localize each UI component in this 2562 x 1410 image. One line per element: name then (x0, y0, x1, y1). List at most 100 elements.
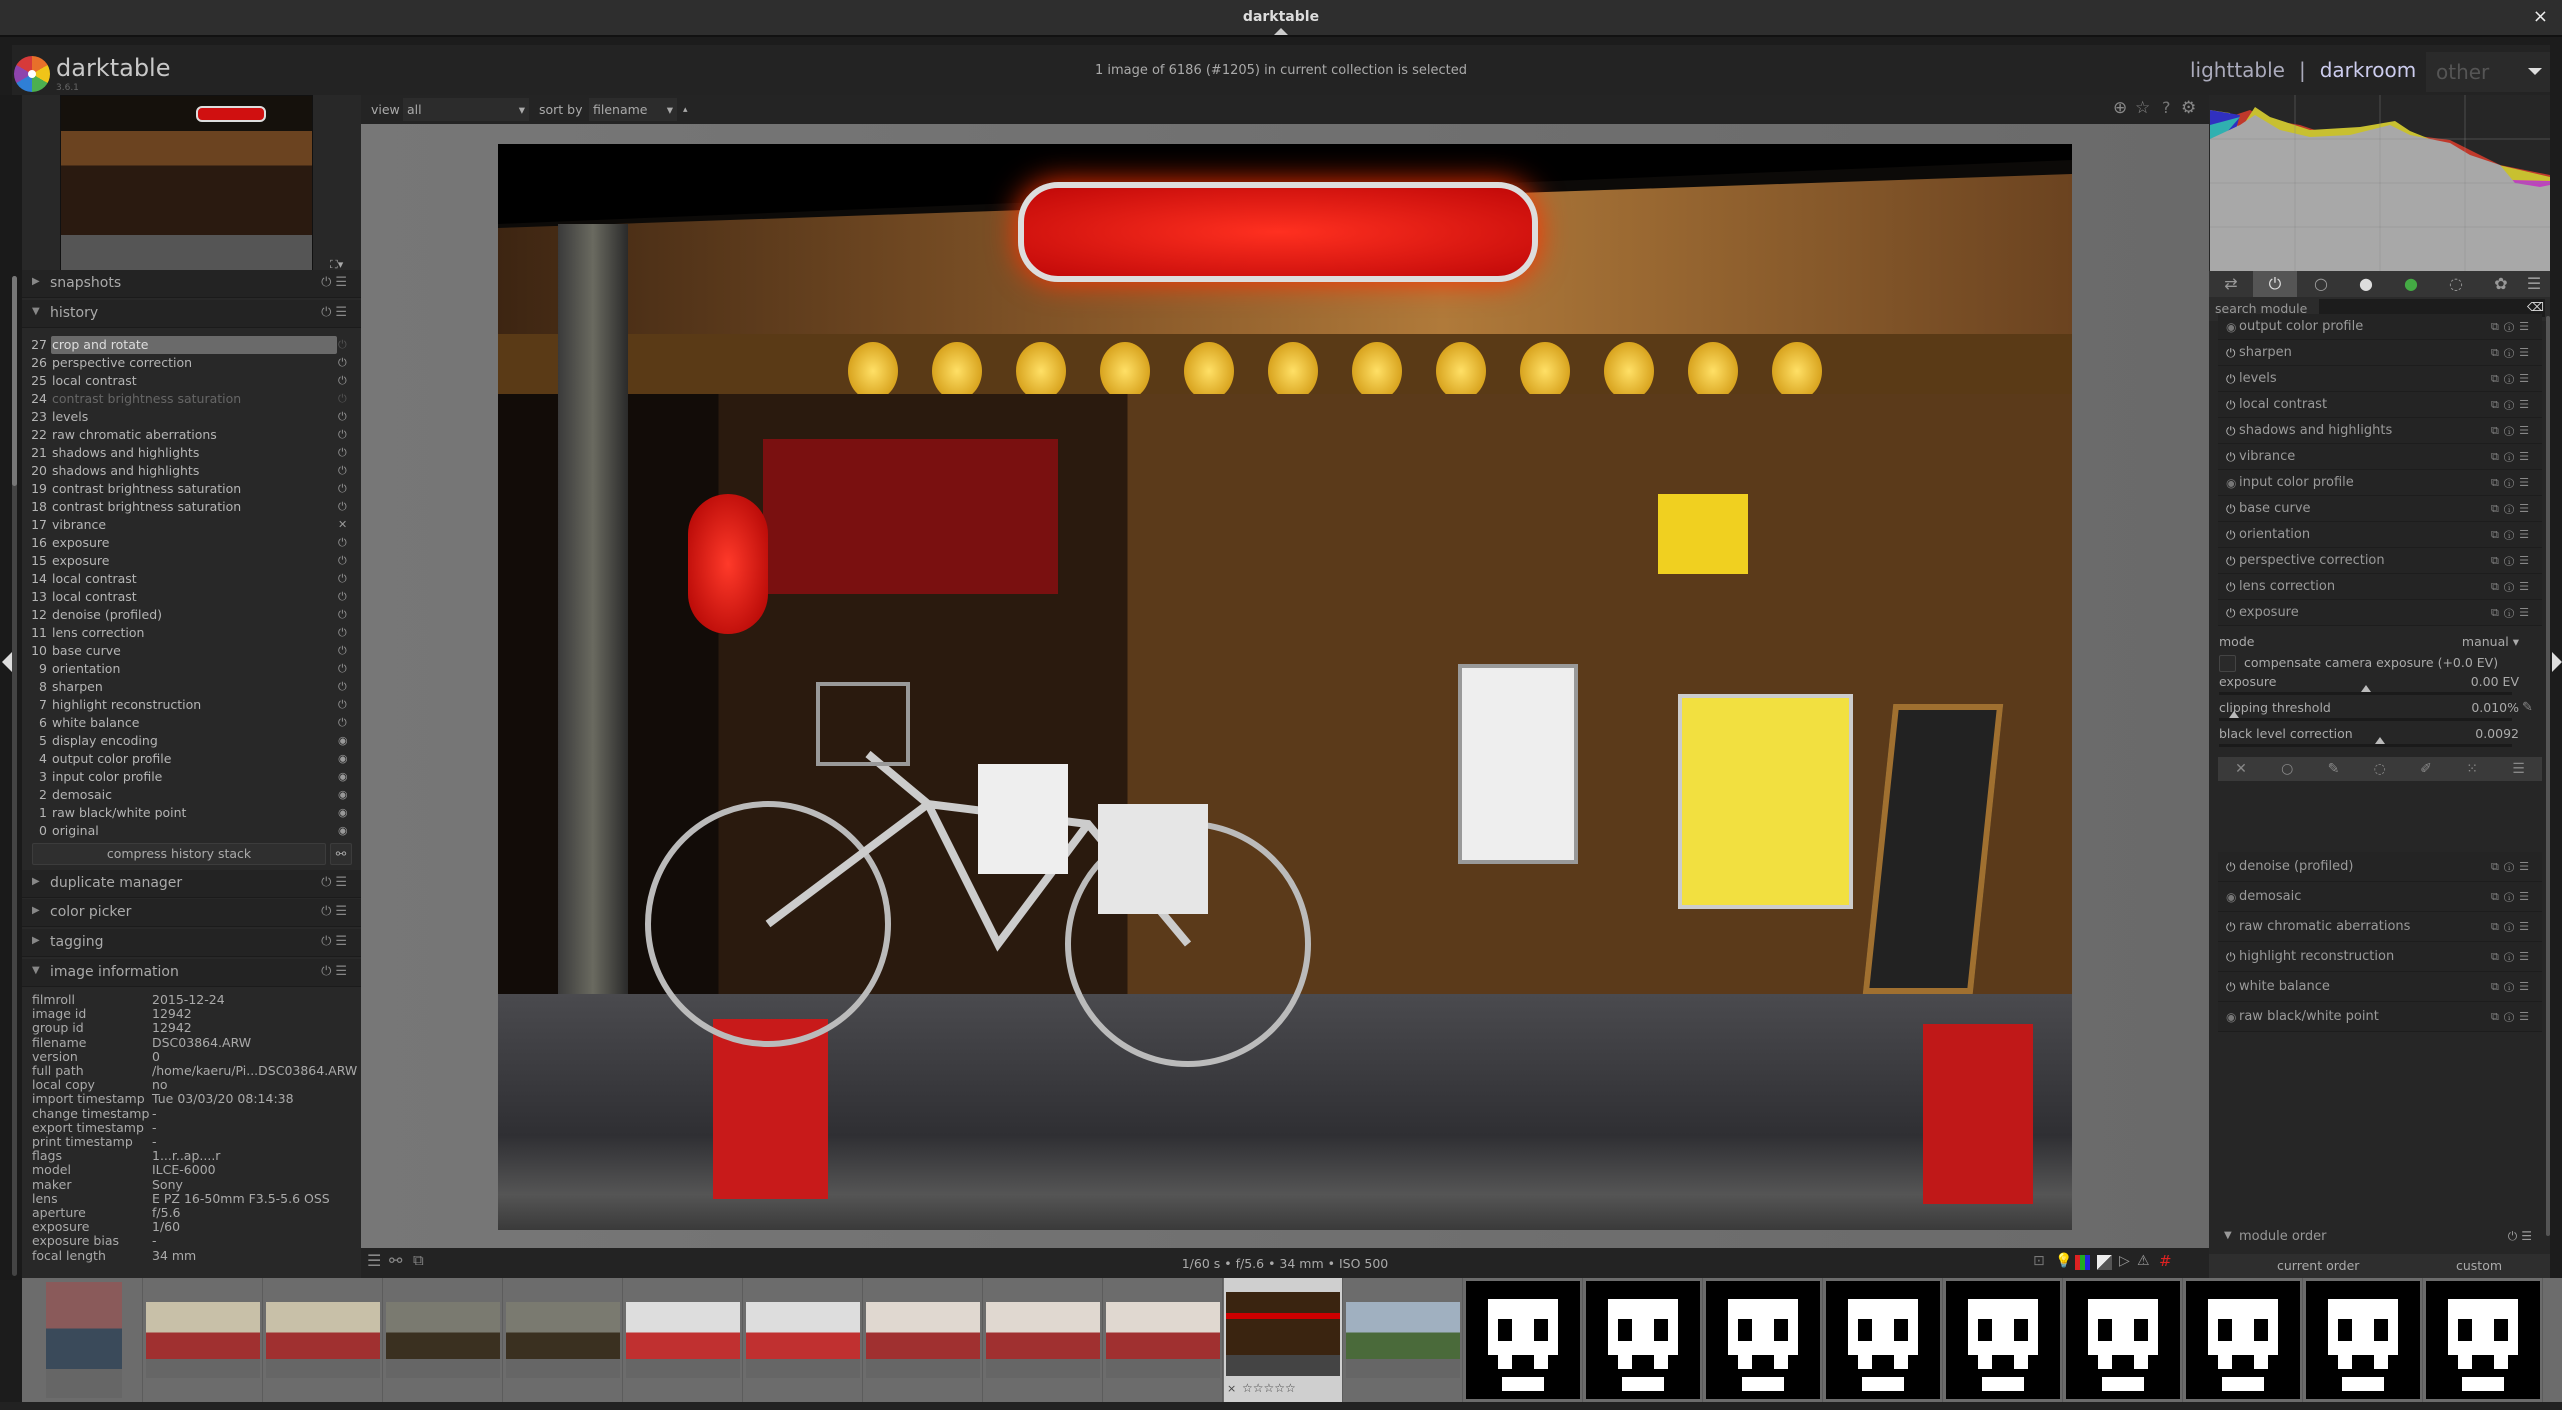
gamut-check-icon[interactable]: ⚠ (2137, 1253, 2150, 1269)
left-scrollbar[interactable] (12, 276, 17, 1276)
filmstrip-thumbnail[interactable] (1104, 1278, 1223, 1402)
reset-presets-icon[interactable]: ⏻☰ (2508, 1229, 2536, 1244)
power-icon[interactable]: ⏻ (2226, 942, 2236, 972)
power-icon[interactable]: ⏻ (2226, 852, 2236, 882)
module-input-color-profile[interactable]: ◉ input color profile ⧉ⓘ☰ (2218, 470, 2542, 496)
filmstrip-thumbnail[interactable] (144, 1278, 263, 1402)
module-image-information[interactable]: ▼ image information ⏻☰ (22, 959, 361, 987)
power-icon[interactable]: ⏻ (2226, 548, 2236, 574)
power-icon[interactable]: ⏻ (2226, 366, 2236, 392)
module-history[interactable]: ▼ history ⏻☰ (22, 300, 361, 328)
module-actions-icons[interactable]: ⧉ⓘ☰ (2491, 444, 2534, 470)
reset-presets-icon[interactable]: ⏻☰ (321, 275, 351, 290)
parametric-mask-icon[interactable]: ◌ (2374, 757, 2386, 781)
active-modules-tab-icon[interactable]: ⏻ (2253, 271, 2297, 297)
compress-history-button[interactable]: compress history stack (32, 843, 326, 865)
module-actions-icons[interactable]: ⧉ⓘ☰ (2491, 600, 2534, 626)
history-item[interactable]: 20 shadows and highlights ⏻ (22, 462, 361, 480)
module-raw-black-white-point[interactable]: ◉ raw black/white point ⧉ⓘ☰ (2218, 1002, 2542, 1032)
history-item[interactable]: 11 lens correction ⏻ (22, 624, 361, 642)
reset-presets-icon[interactable]: ⏻☰ (321, 904, 351, 919)
color-picker-icon[interactable]: ✎ (2522, 700, 2533, 715)
presets-menu-icon[interactable]: ☰ (2519, 271, 2549, 297)
color-assessment-icon[interactable] (2075, 1255, 2090, 1270)
module-actions-icons[interactable]: ⧉ⓘ☰ (2491, 418, 2534, 444)
slider-knob[interactable] (2375, 737, 2386, 744)
collapse-left-arrow-icon[interactable] (2, 652, 12, 672)
filmstrip-thumbnail[interactable] (2304, 1278, 2423, 1402)
history-item[interactable]: 3 input color profile ◉ (22, 768, 361, 786)
module-snapshots[interactable]: ▶ snapshots ⏻☰ (22, 270, 361, 298)
filmstrip-thumbnail[interactable] (1704, 1278, 1823, 1402)
tone-group-tab-icon[interactable]: ● (2344, 271, 2388, 297)
filmstrip-thumbnail[interactable] (1824, 1278, 1943, 1402)
module-actions-icons[interactable]: ⧉ⓘ☰ (2491, 574, 2534, 600)
module-local-contrast[interactable]: ⏻ local contrast ⧉ⓘ☰ (2218, 392, 2542, 418)
filmstrip-thumbnail[interactable] (504, 1278, 623, 1402)
sort-dropdown[interactable]: filename ▾ (589, 98, 677, 121)
module-actions-icons[interactable]: ⧉ⓘ☰ (2491, 1002, 2534, 1032)
softproof-icon[interactable]: ▷ (2119, 1253, 2130, 1269)
module-actions-icons[interactable]: ⧉ⓘ☰ (2491, 314, 2534, 340)
always-on-icon[interactable]: ◉ (2226, 470, 2236, 496)
power-icon[interactable]: ⏻ (2226, 574, 2236, 600)
history-item[interactable]: 21 shadows and highlights ⏻ (22, 444, 361, 462)
filmstrip-thumbnail[interactable] (984, 1278, 1103, 1402)
right-scrollbar[interactable] (2546, 316, 2550, 1236)
filmstrip-thumbnail[interactable] (1584, 1278, 1703, 1402)
drawn-parametric-mask-icon[interactable]: ✐ (2420, 757, 2432, 781)
history-item[interactable]: 5 display encoding ◉ (22, 732, 361, 750)
history-item[interactable]: 9 orientation ⏻ (22, 660, 361, 678)
always-on-icon[interactable]: ◉ (2226, 882, 2236, 912)
raw-overexposed-icon[interactable]: ⊡ (2033, 1253, 2045, 1269)
module-highlight-reconstruction[interactable]: ⏻ highlight reconstruction ⧉ⓘ☰ (2218, 942, 2542, 972)
edited-photo[interactable] (498, 144, 2072, 1230)
module-vibrance[interactable]: ⏻ vibrance ⧉ⓘ☰ (2218, 444, 2542, 470)
filmstrip-thumbnail[interactable] (1464, 1278, 1583, 1402)
module-demosaic[interactable]: ◉ demosaic ⧉ⓘ☰ (2218, 882, 2542, 912)
reset-presets-icon[interactable]: ⏻☰ (321, 875, 351, 890)
view-darkroom[interactable]: darkroom (2320, 58, 2417, 82)
filmstrip-thumbnail[interactable] (864, 1278, 983, 1402)
raster-mask-icon[interactable]: ⁙ (2466, 757, 2478, 781)
quick-access-tab-icon[interactable]: ⇄ (2209, 271, 2253, 297)
filmstrip-thumbnail[interactable] (384, 1278, 503, 1402)
history-item[interactable]: 6 white balance ⏻ (22, 714, 361, 732)
help-icon[interactable]: ? (2162, 98, 2171, 117)
clipping-slider[interactable] (2219, 711, 2512, 721)
module-perspective-correction[interactable]: ⏻ perspective correction ⧉ⓘ☰ (2218, 548, 2542, 574)
power-icon[interactable]: ⏻ (2226, 392, 2236, 418)
star-overlay-icon[interactable]: ☆ (2135, 98, 2150, 118)
module-white-balance[interactable]: ⏻ white balance ⧉ⓘ☰ (2218, 972, 2542, 1002)
module-actions-icons[interactable]: ⧉ⓘ☰ (2491, 942, 2534, 972)
filmstrip-thumbnail[interactable] (2064, 1278, 2183, 1402)
module-actions-icons[interactable]: ⧉ⓘ☰ (2491, 470, 2534, 496)
black-level-slider[interactable] (2219, 737, 2512, 747)
module-sharpen[interactable]: ⏻ sharpen ⧉ⓘ☰ (2218, 340, 2542, 366)
module-actions-icons[interactable]: ⧉ⓘ☰ (2491, 882, 2534, 912)
exposure-slider[interactable] (2219, 685, 2512, 695)
guides-icon[interactable]: # (2159, 1252, 2172, 1270)
blend-off-icon[interactable]: ✕ (2235, 757, 2247, 781)
gear-icon[interactable]: ⚙ (2181, 98, 2196, 118)
history-item[interactable]: 14 local contrast ⏻ (22, 570, 361, 588)
module-orientation[interactable]: ⏻ orientation ⧉ⓘ☰ (2218, 522, 2542, 548)
module-color-picker[interactable]: ▶ color picker ⏻☰ (22, 899, 361, 927)
power-icon[interactable]: ⏻ (2226, 912, 2236, 942)
module-actions-icons[interactable]: ⧉ⓘ☰ (2491, 548, 2534, 574)
mode-dropdown[interactable]: mode manual ▾ (2219, 634, 2519, 649)
base-group-tab-icon[interactable]: ○ (2299, 271, 2343, 297)
reject-icon[interactable]: × (1227, 1382, 1236, 1395)
module-actions-icons[interactable]: ⧉ⓘ☰ (2491, 852, 2534, 882)
filmstrip-thumbnail[interactable] (1944, 1278, 2063, 1402)
filmstrip-thumbnail[interactable] (2424, 1278, 2543, 1402)
module-lens-correction[interactable]: ⏻ lens correction ⧉ⓘ☰ (2218, 574, 2542, 600)
module-levels[interactable]: ⏻ levels ⧉ⓘ☰ (2218, 366, 2542, 392)
truncate-history-icon[interactable]: ⚯ (330, 843, 352, 865)
module-actions-icons[interactable]: ⧉ⓘ☰ (2491, 392, 2534, 418)
history-item[interactable]: 4 output color profile ◉ (22, 750, 361, 768)
uniform-blend-icon[interactable]: ○ (2281, 757, 2293, 781)
slider-knob[interactable] (2228, 711, 2239, 718)
filmstrip-thumbnail[interactable] (24, 1278, 143, 1402)
history-item[interactable]: 23 levels ⏻ (22, 408, 361, 426)
